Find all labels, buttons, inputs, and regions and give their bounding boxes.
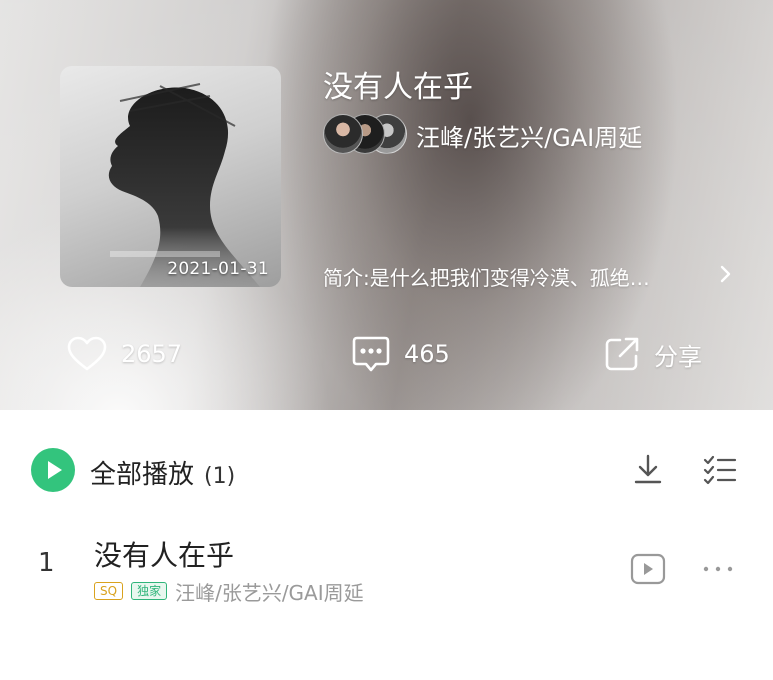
mv-icon[interactable] — [630, 552, 666, 586]
avatar[interactable] — [323, 114, 363, 154]
like-button[interactable]: 2657 — [67, 334, 182, 374]
album-intro[interactable]: 简介:是什么把我们变得冷漠、孤绝… — [323, 262, 703, 291]
track-index: 1 — [38, 548, 55, 578]
artist-avatars[interactable] — [323, 114, 413, 154]
exclusive-badge: 独家 — [131, 582, 168, 600]
download-icon[interactable] — [630, 452, 666, 488]
track-meta: SQ 独家 汪峰/张艺兴/GAI周延 — [94, 577, 364, 606]
heart-icon — [67, 336, 107, 371]
chevron-right-icon[interactable] — [716, 262, 736, 286]
release-date: 2021-01-31 — [167, 259, 269, 279]
like-count: 2657 — [121, 340, 183, 368]
play-all-label[interactable]: 全部播放 (1) — [90, 454, 235, 491]
multi-select-icon[interactable] — [702, 452, 738, 488]
album-title: 没有人在乎 — [323, 70, 473, 105]
share-button[interactable]: 分享 — [604, 334, 702, 374]
play-icon — [48, 461, 62, 479]
play-all-text: 全部播放 — [90, 460, 195, 490]
comment-button[interactable]: 465 — [352, 334, 450, 374]
album-header: 2021-01-31 没有人在乎 汪峰/张艺兴/GAI周延 简介:是什么把我们变… — [0, 0, 773, 410]
album-artists[interactable]: 汪峰/张艺兴/GAI周延 — [416, 118, 642, 153]
track-title[interactable]: 没有人在乎 — [94, 534, 234, 574]
comment-count: 465 — [404, 340, 450, 368]
cover-art — [108, 83, 260, 287]
comment-icon — [352, 336, 390, 372]
sq-badge: SQ — [94, 582, 124, 600]
album-cover[interactable]: 2021-01-31 — [60, 66, 281, 287]
play-all-button[interactable] — [31, 448, 75, 492]
more-icon[interactable] — [700, 556, 736, 582]
track-count: (1) — [204, 464, 236, 489]
share-label: 分享 — [654, 342, 702, 371]
share-icon — [605, 337, 639, 371]
track-artists[interactable]: 汪峰/张艺兴/GAI周延 — [175, 577, 364, 606]
